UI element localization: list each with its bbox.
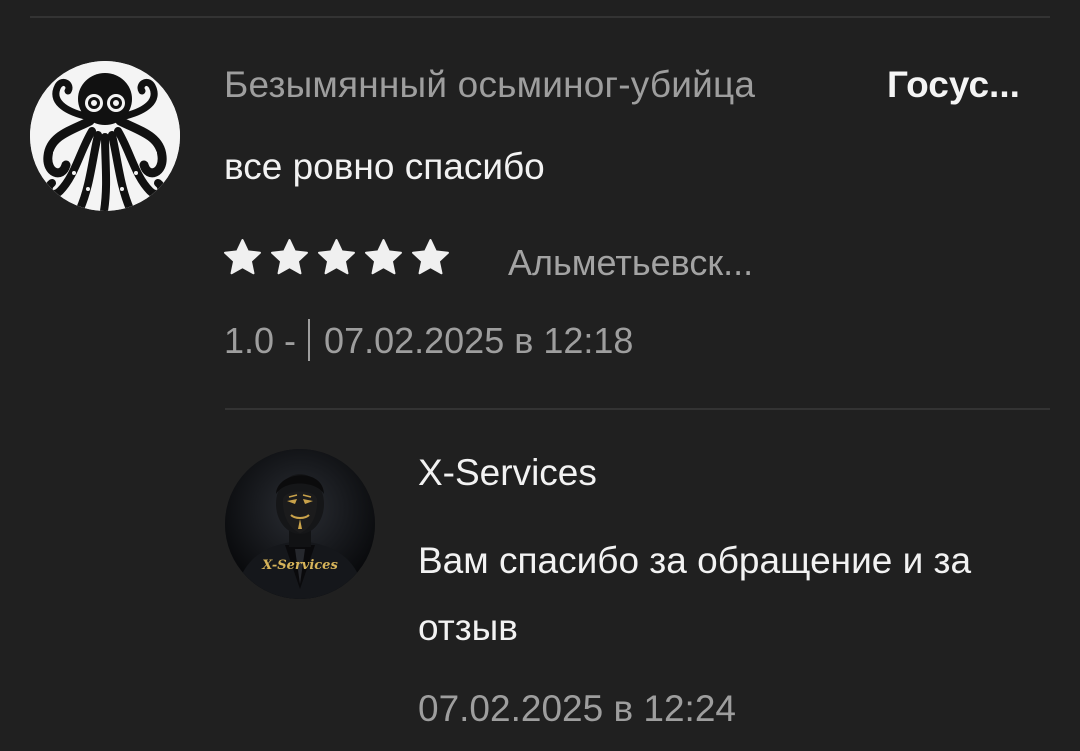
star-icon [224, 239, 261, 275]
top-divider [30, 16, 1050, 18]
avatar-brand-label: X-Services [261, 558, 338, 573]
reply-date: 07.02.2025 в 12:24 [418, 688, 736, 729]
star-icon [271, 239, 308, 275]
masked-man-avatar-icon[interactable]: X-Services [225, 449, 375, 599]
star-icon [412, 239, 449, 275]
review-city: Альметьевск... [508, 242, 754, 283]
review-date: 07.02.2025 в 12:18 [324, 320, 634, 361]
star-icon [318, 239, 355, 275]
rating-stars [222, 237, 451, 278]
octopus-avatar-icon[interactable] [30, 61, 180, 211]
review-meta: 1.0 - 07.02.2025 в 12:18 [224, 319, 633, 362]
review-text: все ровно спасибо [224, 146, 545, 187]
star-icon [365, 239, 402, 275]
meta-separator [308, 319, 311, 361]
reply-text: Вам спасибо за обращение и за отзыв [418, 540, 972, 648]
reply-author-name[interactable]: X-Services [418, 452, 597, 494]
app-version: 1.0 - [224, 320, 297, 361]
review-author-name[interactable]: Безымянный осьминог-убийца [224, 64, 755, 106]
review-service-tag[interactable]: Госус... [887, 64, 1047, 106]
reply-divider [225, 408, 1050, 410]
